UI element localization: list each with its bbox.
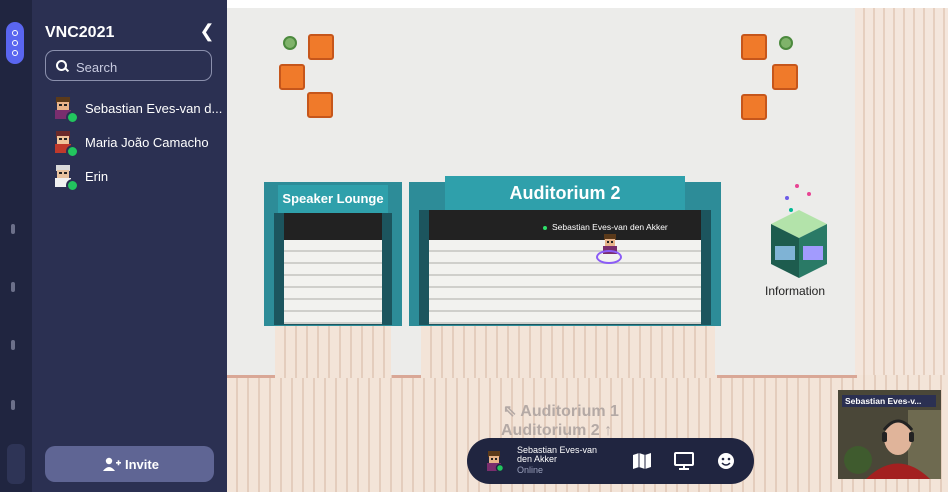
user-avatar[interactable] [483,450,505,472]
player-ring [596,250,622,264]
plant [779,36,793,50]
floor-border [227,375,277,378]
chair [279,64,305,90]
chair [741,34,767,60]
bottom-bar: Sebastian Eves-van den Akker Online [467,438,754,484]
sidebar: VNC2021 ❮ Sebastian Eves-van d... Maria … [32,0,227,492]
rail-icon[interactable] [11,282,15,292]
search-input[interactable] [74,57,208,77]
screen-share-icon[interactable] [671,448,697,474]
rail-icon[interactable] [11,224,15,234]
online-indicator [66,145,79,158]
user-status: Online [517,465,544,475]
member-item[interactable]: Maria João Camacho [32,128,227,158]
floor-border [717,375,857,378]
member-name: Erin [85,169,109,184]
rail-icon[interactable] [11,340,15,350]
room-sign: Speaker Lounge [278,185,388,213]
room-sign: Auditorium 2 [445,176,685,210]
online-indicator [66,179,79,192]
chair [772,64,798,90]
app-rail [0,0,32,492]
add-user-icon [103,457,121,474]
floor-border [392,375,422,378]
space-name: VNC2021 [45,24,115,41]
video-name-label: Sebastian Eves-v... [842,395,936,407]
player-nametag: Sebastian Eves-van den Akker [543,222,668,232]
stairs [284,240,382,324]
member-name: Maria João Camacho [85,135,209,150]
video-tile[interactable]: Sebastian Eves-v... [838,390,941,479]
map-icon[interactable] [629,448,655,474]
search-box[interactable] [45,50,212,81]
member-name: Sebastian Eves-van d... [85,101,223,116]
member-item[interactable]: Erin [32,162,227,192]
profile-icon[interactable] [7,444,25,484]
invite-label: Invite [125,457,159,472]
members-icon[interactable] [6,22,24,64]
corridor [421,326,715,378]
chair [741,94,767,120]
corridor [275,326,391,378]
auditorium-2-room[interactable]: Auditorium 2 [409,176,721,326]
member-item[interactable]: Sebastian Eves-van d... [32,94,227,124]
invite-button[interactable]: Invite [45,446,214,482]
stage [284,213,382,240]
information-kiosk[interactable] [767,180,831,280]
user-name[interactable]: Sebastian Eves-van den Akker [517,446,612,464]
map-top-edge [227,0,948,8]
stairs [429,240,701,324]
plant [283,36,297,50]
online-indicator [66,111,79,124]
chair [307,92,333,118]
emoji-icon[interactable] [713,448,739,474]
rail-icon[interactable] [11,400,15,410]
chevron-left-icon[interactable]: ❮ [197,20,217,42]
search-icon [56,60,67,71]
chair [308,34,334,60]
direction-auditorium-1: ⇖ Auditorium 1 [503,403,619,420]
information-label: Information [765,284,826,298]
speaker-lounge-room[interactable]: Speaker Lounge [264,182,402,326]
